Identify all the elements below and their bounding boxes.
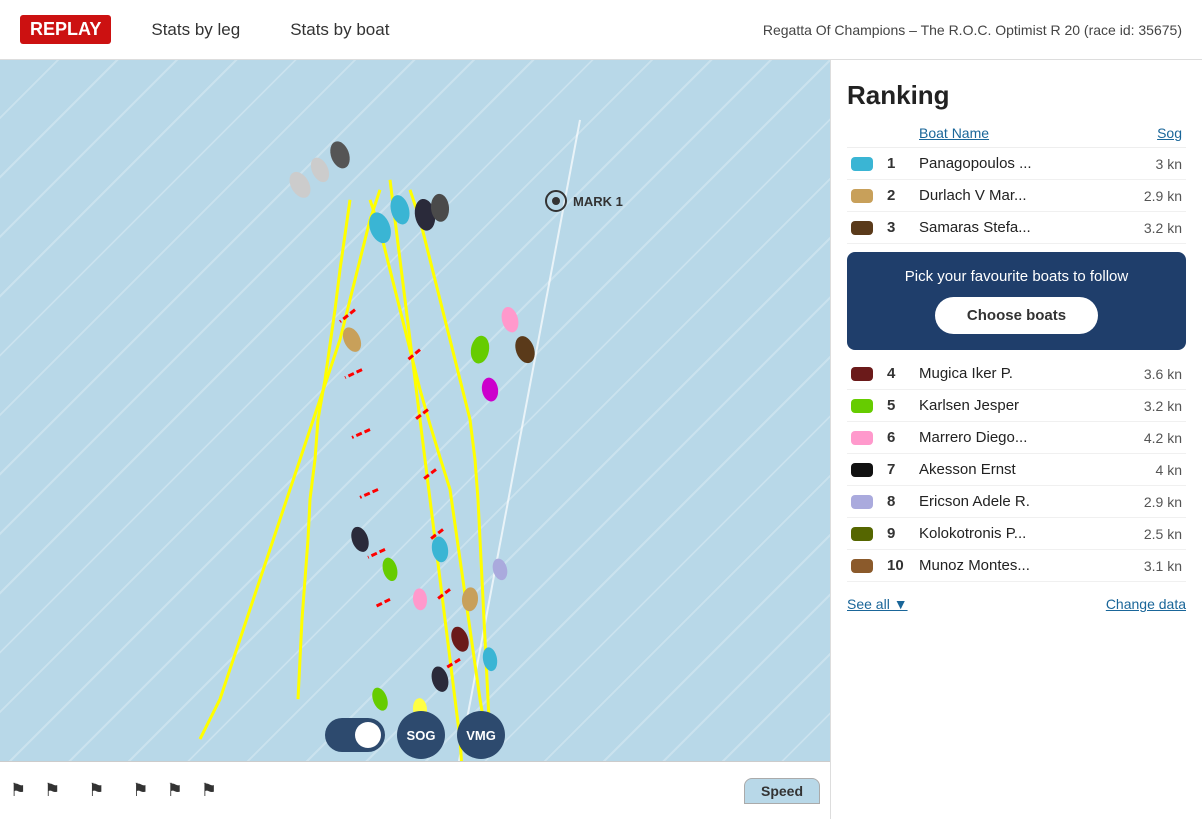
boat-sog: 3.6 kn xyxy=(1122,366,1182,382)
boat-name: Kolokotronis P... xyxy=(919,525,1122,542)
race-tracks-svg xyxy=(0,60,830,819)
boat-sog: 2.9 kn xyxy=(1122,188,1182,204)
rank-number: 2 xyxy=(887,187,919,204)
header: REPLAY Stats by leg Stats by boat Regatt… xyxy=(0,0,1202,60)
rank-number: 7 xyxy=(887,461,919,478)
timeline-bar: ⚑ ⚑ ⚑ ⚑ ⚑ ⚑ Speed xyxy=(0,761,830,819)
rank-number: 10 xyxy=(887,557,919,574)
toggle-button[interactable] xyxy=(325,718,385,752)
nav-stats-by-leg[interactable]: Stats by leg xyxy=(151,20,240,40)
boat-sog: 3.1 kn xyxy=(1122,558,1182,574)
change-data-link[interactable]: Change data xyxy=(1106,596,1186,612)
replay-logo[interactable]: REPLAY xyxy=(20,15,111,44)
rank-number: 6 xyxy=(887,429,919,446)
nav-stats-by-boat[interactable]: Stats by boat xyxy=(290,20,389,40)
rank-row[interactable]: 2Durlach V Mar...2.9 kn xyxy=(847,180,1186,212)
boat-sog: 2.5 kn xyxy=(1122,526,1182,542)
rank-number: 5 xyxy=(887,397,919,414)
boat-name: Durlach V Mar... xyxy=(919,187,1122,204)
boat-sog: 3 kn xyxy=(1122,156,1182,172)
boat-sog: 2.9 kn xyxy=(1122,494,1182,510)
boat-name: Panagopoulos ... xyxy=(919,155,1122,172)
mark1-circle xyxy=(545,190,567,212)
see-all-link[interactable]: See all ▼ xyxy=(847,596,908,612)
rank-row[interactable]: 1Panagopoulos ...3 kn xyxy=(847,148,1186,180)
rank-number: 1 xyxy=(887,155,919,172)
boat-sog: 4 kn xyxy=(1122,462,1182,478)
boat-sog: 3.2 kn xyxy=(1122,220,1182,236)
rank-rows-bottom: 4Mugica Iker P.3.6 kn5Karlsen Jesper3.2 … xyxy=(847,358,1186,582)
boat-name: Marrero Diego... xyxy=(919,429,1122,446)
rank-number: 8 xyxy=(887,493,919,510)
mark1-marker: MARK 1 xyxy=(545,190,623,212)
flag-5[interactable]: ⚑ xyxy=(167,780,183,801)
rank-row[interactable]: 4Mugica Iker P.3.6 kn xyxy=(847,358,1186,390)
bottom-controls: SOG VMG xyxy=(325,711,505,759)
mark1-text: MARK 1 xyxy=(573,194,623,209)
rank-row[interactable]: 9Kolokotronis P...2.5 kn xyxy=(847,518,1186,550)
speed-badge: Speed xyxy=(744,778,820,804)
race-title: Regatta Of Champions – The R.O.C. Optimi… xyxy=(763,22,1182,38)
rank-row[interactable]: 8Ericson Adele R.2.9 kn xyxy=(847,486,1186,518)
boat-name: Karlsen Jesper xyxy=(919,397,1122,414)
rank-row[interactable]: 7Akesson Ernst4 kn xyxy=(847,454,1186,486)
boat-name: Akesson Ernst xyxy=(919,461,1122,478)
map-area[interactable]: MARK 1 SOG VMG color tail ⚑ ⚑ ⚑ ⚑ ⚑ ⚑ Sp… xyxy=(0,60,830,819)
rank-table-header: Boat Name Sog xyxy=(847,125,1186,148)
flag-2[interactable]: ⚑ xyxy=(44,780,60,801)
boat-sog: 4.2 kn xyxy=(1122,430,1182,446)
rank-row[interactable]: 3Samaras Stefa...3.2 kn xyxy=(847,212,1186,244)
rank-number: 9 xyxy=(887,525,919,542)
boat-name: Munoz Montes... xyxy=(919,557,1122,574)
bottom-links: See all ▼ Change data xyxy=(847,586,1186,612)
choose-boats-button[interactable]: Choose boats xyxy=(935,297,1098,334)
right-panel: Ranking Boat Name Sog 1Panagopoulos ...3… xyxy=(830,60,1202,819)
boat-name: Samaras Stefa... xyxy=(919,219,1122,236)
favourite-box: Pick your favourite boats to follow Choo… xyxy=(847,252,1186,350)
mark1-inner xyxy=(552,197,560,205)
vmg-button[interactable]: VMG xyxy=(457,711,505,759)
rank-rows-top: 1Panagopoulos ...3 kn2Durlach V Mar...2.… xyxy=(847,148,1186,244)
main-layout: MARK 1 SOG VMG color tail ⚑ ⚑ ⚑ ⚑ ⚑ ⚑ Sp… xyxy=(0,60,1202,819)
boat-sog: 3.2 kn xyxy=(1122,398,1182,414)
flag-1[interactable]: ⚑ xyxy=(10,780,26,801)
ranking-title: Ranking xyxy=(847,80,1186,111)
boat-name: Mugica Iker P. xyxy=(919,365,1122,382)
rank-row[interactable]: 10Munoz Montes...3.1 kn xyxy=(847,550,1186,582)
toggle-knob xyxy=(355,722,381,748)
flag-3[interactable]: ⚑ xyxy=(88,780,104,801)
rank-number: 3 xyxy=(887,219,919,236)
favourite-text: Pick your favourite boats to follow xyxy=(863,268,1170,285)
boat-name: Ericson Adele R. xyxy=(919,493,1122,510)
rank-row[interactable]: 5Karlsen Jesper3.2 kn xyxy=(847,390,1186,422)
flag-6[interactable]: ⚑ xyxy=(201,780,217,801)
col-header-boat-name[interactable]: Boat Name xyxy=(919,125,1122,141)
col-header-sog[interactable]: Sog xyxy=(1122,125,1182,141)
rank-row[interactable]: 6Marrero Diego...4.2 kn xyxy=(847,422,1186,454)
flag-4[interactable]: ⚑ xyxy=(132,780,148,801)
rank-number: 4 xyxy=(887,365,919,382)
sog-button[interactable]: SOG xyxy=(397,711,445,759)
